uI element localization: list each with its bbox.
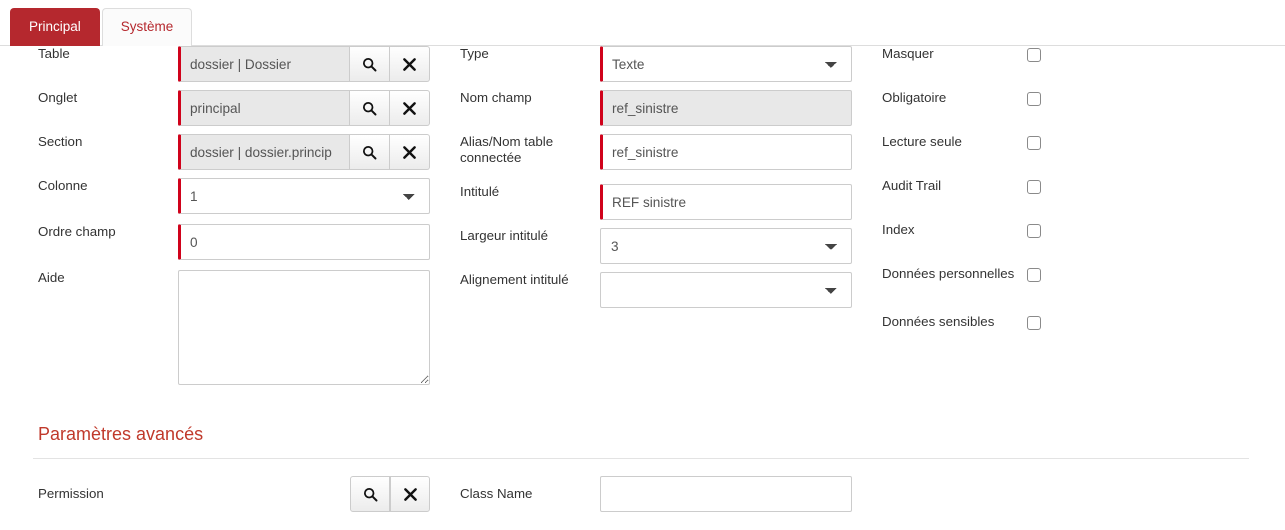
permission-search-button[interactable] <box>350 476 390 512</box>
checkbox-row: Données personnelles <box>882 266 1112 314</box>
tab-bar: Principal Système <box>0 0 1285 46</box>
tab-systeme[interactable]: Système <box>101 7 193 46</box>
checkbox-label: Masquer <box>882 46 934 61</box>
search-icon <box>362 145 377 159</box>
field-class-name: Class Name <box>460 476 872 512</box>
checkbox-row: Index <box>882 222 1112 266</box>
search-icon <box>362 57 377 71</box>
search-icon <box>362 101 377 115</box>
search-icon <box>363 487 377 501</box>
checkbox-label: Lecture seule <box>882 134 962 149</box>
permission-clear-button[interactable] <box>390 476 430 512</box>
checkbox-row: Données sensibles <box>882 314 1112 362</box>
label-table: Table <box>38 46 70 61</box>
label-permission: Permission <box>38 486 104 501</box>
checkbox-obligatoire[interactable] <box>1027 92 1041 106</box>
checkbox-masquer[interactable] <box>1027 48 1041 62</box>
checkbox-row: Obligatoire <box>882 90 1112 134</box>
tab-list: Principal Système <box>10 7 194 46</box>
middle-column: Type TexteNombreDateListeBooléen Nom cha… <box>460 46 852 318</box>
permission-lookup <box>350 476 450 512</box>
label-onglet: Onglet <box>38 90 78 105</box>
field-table: Table <box>38 46 430 82</box>
checkbox-audit-trail[interactable] <box>1027 180 1041 194</box>
checkbox-list: Masquer Obligatoire Lecture seule Audit Tra… <box>882 46 1112 362</box>
field-ordre-champ: Ordre champ <box>38 224 430 260</box>
field-colonne: Colonne 1234 <box>38 178 430 214</box>
tab-principal-label: Principal <box>29 18 81 34</box>
type-select[interactable]: TexteNombreDateListeBooléen <box>600 46 852 82</box>
clear-icon <box>403 101 416 115</box>
clear-icon <box>403 145 416 159</box>
checkbox-label: Données personnelles <box>882 266 1015 281</box>
nom-champ-input[interactable] <box>600 90 852 126</box>
checkbox-label: Index <box>882 222 915 237</box>
section-input[interactable] <box>178 134 350 170</box>
section-clear-button[interactable] <box>390 134 430 170</box>
checkbox-row: Masquer <box>882 46 1112 90</box>
colonne-select[interactable]: 1234 <box>178 178 430 214</box>
checkbox-donn-es-personnelles[interactable] <box>1027 268 1041 282</box>
label-class-name: Class Name <box>460 486 533 501</box>
label-alias: Alias/Nom table connectée <box>460 134 554 165</box>
label-ordre-champ: Ordre champ <box>38 224 116 239</box>
field-alignement-intitule: Alignement intitulé GaucheCentreDroite <box>460 272 852 308</box>
label-type: Type <box>460 46 489 61</box>
right-column: Masquer Obligatoire Lecture seule Audit Tra… <box>882 46 1112 362</box>
onglet-clear-button[interactable] <box>390 90 430 126</box>
field-aide: Aide <box>38 270 430 390</box>
ordre-champ-input[interactable] <box>178 224 430 260</box>
onglet-lookup <box>178 90 430 126</box>
checkbox-label: Audit Trail <box>882 178 942 193</box>
label-intitule: Intitulé <box>460 184 500 199</box>
field-section: Section <box>38 134 430 170</box>
tab-principal[interactable]: Principal <box>10 7 100 46</box>
label-nom-champ: Nom champ <box>460 90 532 105</box>
label-colonne: Colonne <box>38 178 88 193</box>
clear-icon <box>403 57 416 71</box>
class-name-input[interactable] <box>600 476 852 512</box>
alias-input[interactable] <box>600 134 852 170</box>
field-nom-champ: Nom champ <box>460 90 852 126</box>
tab-systeme-label: Système <box>120 18 174 34</box>
intitule-input[interactable] <box>600 184 852 220</box>
onglet-search-button[interactable] <box>350 90 390 126</box>
section-lookup <box>178 134 430 170</box>
advanced-title: Paramètres avancés <box>38 424 204 444</box>
checkbox-index[interactable] <box>1027 224 1041 238</box>
section-search-button[interactable] <box>350 134 390 170</box>
checkbox-row: Audit Trail <box>882 178 1112 222</box>
table-clear-button[interactable] <box>390 46 430 82</box>
field-onglet: Onglet <box>38 90 430 126</box>
field-intitule: Intitulé <box>460 184 852 220</box>
aide-textarea[interactable] <box>178 270 430 385</box>
checkbox-donn-es-sensibles[interactable] <box>1027 316 1041 330</box>
field-config-page: Principal Système Table dossier | Dossie… <box>0 0 1285 530</box>
checkbox-label: Obligatoire <box>882 90 947 105</box>
label-section: Section <box>38 134 83 149</box>
table-search-button[interactable] <box>350 46 390 82</box>
alignement-intitule-select[interactable]: GaucheCentreDroite <box>600 272 852 308</box>
label-aide: Aide <box>38 270 65 285</box>
table-lookup <box>178 46 430 82</box>
left-column: Table dossier | Dossier Onglet principal… <box>38 46 430 400</box>
label-largeur-intitule: Largeur intitulé <box>460 228 548 243</box>
label-alignement-intitule: Alignement intitulé <box>460 272 569 287</box>
checkbox-row: Lecture seule <box>882 134 1112 178</box>
checkbox-label: Données sensibles <box>882 314 995 329</box>
field-type: Type TexteNombreDateListeBooléen <box>460 46 852 82</box>
field-alias: Alias/Nom table connectée <box>460 134 852 170</box>
clear-icon <box>403 487 417 501</box>
table-input[interactable] <box>178 46 350 82</box>
largeur-intitule-select[interactable]: 123456 <box>600 228 852 264</box>
field-permission: Permission <box>38 476 450 512</box>
field-largeur-intitule: Largeur intitulé 123456 <box>460 228 852 264</box>
advanced-divider <box>33 458 1249 459</box>
checkbox-lecture-seule[interactable] <box>1027 136 1041 150</box>
onglet-input[interactable] <box>178 90 350 126</box>
